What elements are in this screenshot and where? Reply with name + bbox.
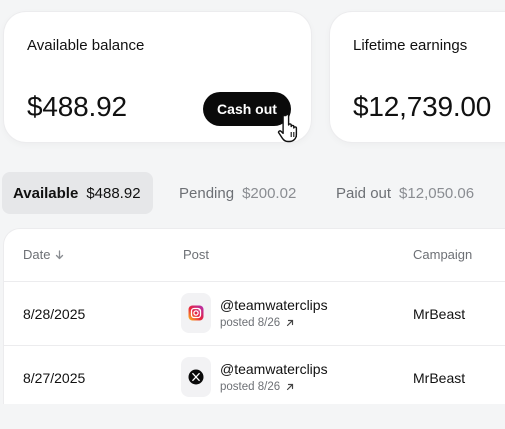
- table-row[interactable]: 8/27/2025 @teamwaterclips posted 8/26 Mr…: [4, 346, 505, 407]
- available-balance-label: Available balance: [27, 37, 145, 54]
- x-icon: [181, 357, 211, 397]
- tab-pending[interactable]: Pending $200.02: [179, 172, 296, 214]
- posted-date[interactable]: posted 8/26: [220, 317, 294, 329]
- row-campaign: MrBeast: [413, 306, 466, 322]
- lifetime-earnings-amount: $12,739.00: [353, 91, 492, 122]
- hand-pointer-icon: [277, 113, 298, 143]
- tab-pending-value: $200.02: [242, 184, 297, 202]
- tab-paid-out-value: $12,050.06: [399, 184, 475, 202]
- posted-date-label: posted 8/26: [220, 317, 281, 329]
- tab-available[interactable]: Available $488.92: [2, 172, 153, 214]
- posted-date-label: posted 8/26: [220, 381, 281, 393]
- campaign-column-header: Campaign: [413, 247, 473, 262]
- lifetime-earnings-card: Lifetime earnings $12,739.00: [330, 12, 505, 142]
- tab-paid-out[interactable]: Paid out $12,050.06: [336, 172, 474, 214]
- post-handle[interactable]: @teamwaterclips: [220, 361, 328, 377]
- external-link-arrow-icon: [287, 319, 294, 327]
- table-header: Date Post Campaign: [4, 229, 505, 282]
- tab-pending-label: Pending: [179, 184, 235, 202]
- earnings-table: Date Post Campaign 8/28/2025 @teamwaterc…: [4, 229, 505, 407]
- row-date: 8/27/2025: [23, 370, 86, 386]
- arrow-down-icon: [56, 249, 64, 259]
- payout-tabs: Available $488.92 Pending $200.02 Paid o…: [0, 172, 505, 216]
- tab-available-value: $488.92: [86, 184, 141, 202]
- external-link-arrow-icon: [287, 383, 294, 391]
- row-date: 8/28/2025: [23, 306, 86, 322]
- available-balance-amount: $488.92: [27, 91, 127, 122]
- available-balance-card: Available balance $488.92 Cash out: [4, 12, 311, 142]
- tab-paid-out-label: Paid out: [336, 184, 392, 202]
- lifetime-earnings-label: Lifetime earnings: [353, 37, 468, 54]
- post-handle[interactable]: @teamwaterclips: [220, 297, 328, 313]
- table-row[interactable]: 8/28/2025 @teamwaterclips posted 8/26 Mr…: [4, 282, 505, 346]
- date-header-label: Date: [23, 247, 51, 262]
- instagram-icon: [181, 293, 211, 333]
- tab-available-label: Available: [13, 184, 79, 202]
- bottom-fade: [0, 404, 505, 429]
- post-column-header: Post: [183, 247, 210, 262]
- row-campaign: MrBeast: [413, 370, 466, 386]
- date-column-header[interactable]: Date: [23, 247, 64, 262]
- posted-date[interactable]: posted 8/26: [220, 381, 294, 393]
